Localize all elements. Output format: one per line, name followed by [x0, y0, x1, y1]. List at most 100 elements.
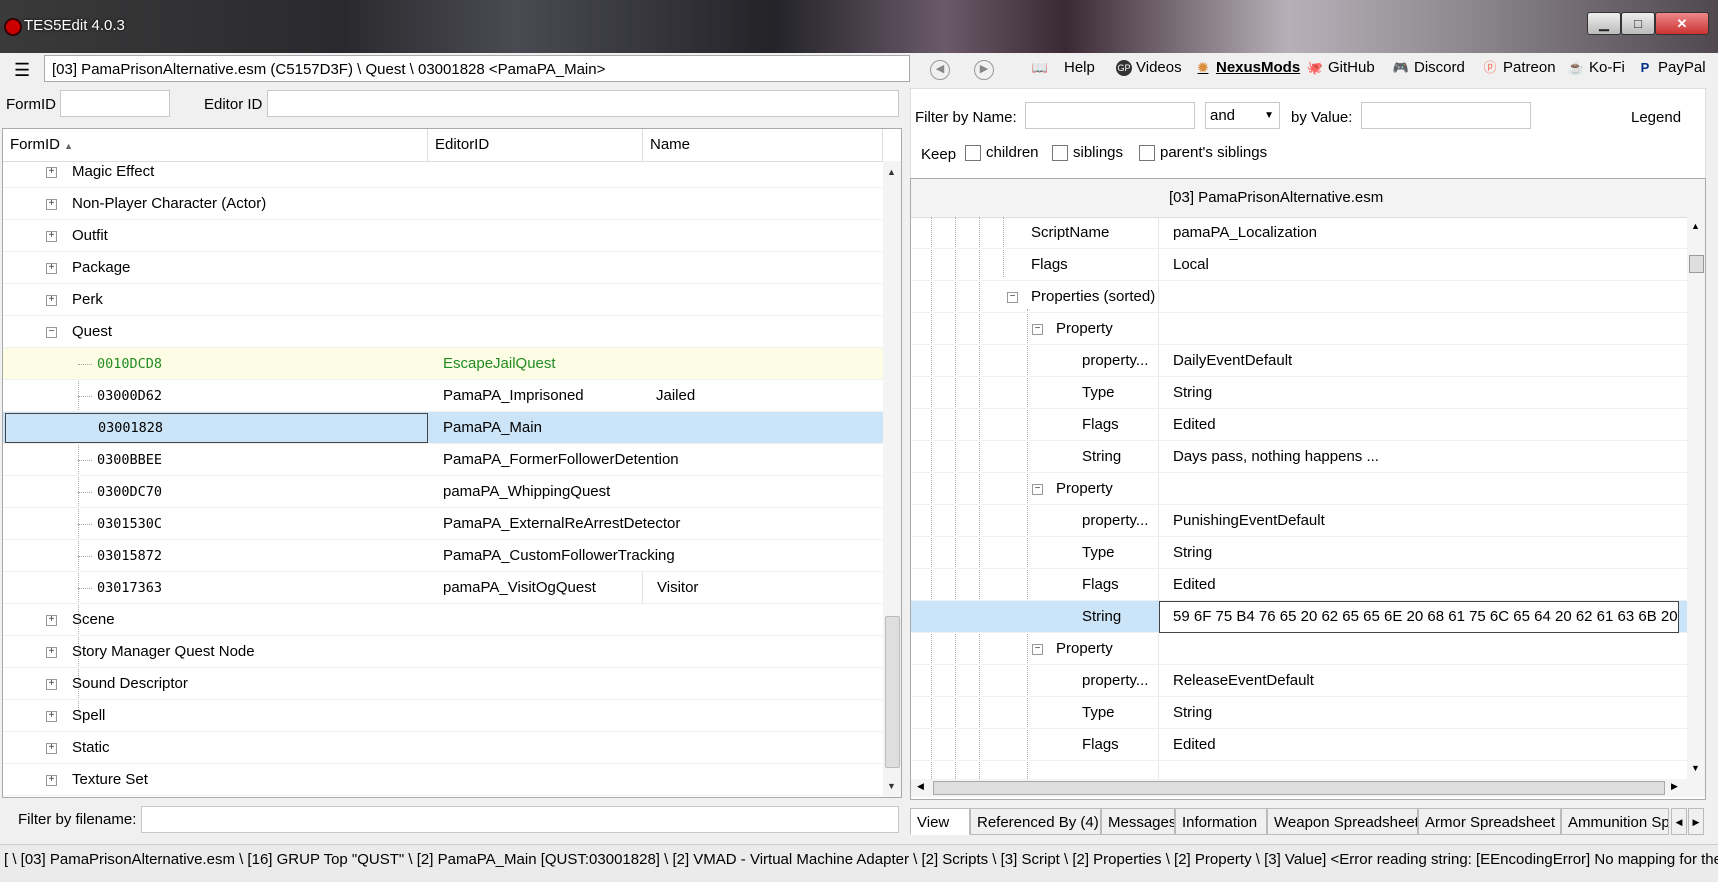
expand-icon[interactable]: +	[46, 199, 57, 210]
scroll-right-icon[interactable]: ▶	[1671, 781, 1678, 792]
scroll-down-icon[interactable]: ▼	[1691, 763, 1700, 773]
nexusmods-link[interactable]: ✹ NexusMods	[1194, 59, 1301, 76]
keep-siblings-checkbox[interactable]: siblings	[1052, 144, 1123, 162]
expand-icon[interactable]: +	[46, 711, 57, 722]
filter-value-input[interactable]	[1361, 102, 1531, 129]
view-hscrollbar[interactable]: ◀ ▶	[911, 779, 1705, 797]
tab-messages[interactable]: Messages	[1101, 808, 1175, 835]
close-button[interactable]: ✕	[1655, 12, 1709, 35]
editorid-input[interactable]	[267, 90, 899, 117]
tab-view[interactable]: View	[910, 808, 970, 835]
main-menu-button[interactable]: ☰	[14, 60, 32, 80]
collapse-icon[interactable]: −	[1007, 292, 1018, 303]
view-scrollbar-thumb[interactable]	[1689, 255, 1704, 273]
field-row[interactable]: Flags Edited	[911, 729, 1687, 761]
tree-record-row[interactable]: 0300BBEE PamaPA_FormerFollowerDetention	[3, 444, 883, 476]
tree-scrollbar-thumb[interactable]	[885, 616, 900, 768]
field-row[interactable]: String Days pass, nothing happens ...	[911, 441, 1687, 473]
keep-children-checkbox[interactable]: children	[965, 144, 1039, 162]
scroll-down-icon[interactable]: ▼	[887, 781, 896, 791]
tree-group-row[interactable]: + Sound Descriptor	[3, 668, 883, 700]
legend-link[interactable]: Legend	[1631, 109, 1681, 126]
tree-group-row[interactable]: + Spell	[3, 700, 883, 732]
tree-record-row-selected[interactable]: 03001828 PamaPA_Main	[3, 412, 883, 444]
field-row[interactable]: ScriptName pamaPA_Localization	[911, 217, 1687, 249]
view-hscrollbar-thumb[interactable]	[933, 781, 1665, 795]
tab-scroll-right-icon[interactable]: ▶	[1688, 808, 1704, 835]
github-link[interactable]: 🐙 GitHub	[1306, 59, 1375, 76]
tree-record-row[interactable]: 03015872 PamaPA_CustomFollowerTracking	[3, 540, 883, 572]
tree-scrollbar[interactable]: ▲ ▼	[883, 161, 901, 797]
kofi-link[interactable]: ☕ Ko-Fi	[1567, 59, 1625, 76]
collapse-icon[interactable]: −	[1032, 484, 1043, 495]
scroll-left-icon[interactable]: ◀	[917, 781, 924, 792]
tab-information[interactable]: Information	[1175, 808, 1267, 835]
filename-filter-input[interactable]	[141, 806, 899, 833]
back-button[interactable]: ◀	[930, 60, 950, 80]
view-scrollbar[interactable]: ▲ ▼	[1687, 217, 1705, 779]
checkbox-icon[interactable]	[1139, 145, 1155, 162]
expand-icon[interactable]: +	[46, 743, 57, 754]
tree-group-row[interactable]: + Magic Effect	[3, 156, 883, 188]
field-row[interactable]: − Property	[911, 633, 1687, 665]
paypal-link[interactable]: P PayPal	[1636, 59, 1706, 76]
expand-icon[interactable]: +	[46, 263, 57, 274]
field-row[interactable]: Type String	[911, 377, 1687, 409]
field-row[interactable]: Flags Edited	[911, 569, 1687, 601]
minimize-button[interactable]: ▁	[1587, 12, 1621, 35]
field-row[interactable]: Type String	[911, 537, 1687, 569]
tree-record-row[interactable]: 0301530C PamaPA_ExternalReArrestDetector	[3, 508, 883, 540]
tab-referenced-by[interactable]: Referenced By (4)	[970, 808, 1101, 835]
tree-group-row[interactable]: + Package	[3, 252, 883, 284]
tree-record-row[interactable]: 03017363 pamaPA_VisitOgQuest Visitor	[3, 572, 883, 604]
field-row[interactable]: − Property	[911, 473, 1687, 505]
videos-link[interactable]: GP Videos	[1116, 59, 1182, 76]
tree-record-row[interactable]: 0300DC70 pamaPA_WhippingQuest	[3, 476, 883, 508]
tree-group-row[interactable]: − Quest	[3, 316, 883, 348]
formid-input[interactable]	[60, 90, 170, 117]
record-tree[interactable]: FormID ▲ EditorID Name + Magic Effect + No…	[2, 128, 902, 798]
tree-record-row[interactable]: 03000D62 PamaPA_Imprisoned Jailed	[3, 380, 883, 412]
tree-group-row[interactable]: + Perk	[3, 284, 883, 316]
field-row[interactable]: Flags Local	[911, 249, 1687, 281]
record-view[interactable]: [03] PamaPrisonAlternative.esm ScriptNam…	[910, 178, 1706, 800]
expand-icon[interactable]: +	[46, 775, 57, 786]
scroll-up-icon[interactable]: ▲	[1691, 221, 1700, 231]
field-row[interactable]: Type String	[911, 697, 1687, 729]
maximize-button[interactable]: □	[1621, 12, 1655, 35]
field-row[interactable]: − Properties (sorted)	[911, 281, 1687, 313]
tree-group-row[interactable]: + Story Manager Quest Node	[3, 636, 883, 668]
filter-name-input[interactable]	[1025, 102, 1195, 129]
expand-icon[interactable]: +	[46, 679, 57, 690]
patreon-link[interactable]: ⓟ Patreon	[1481, 59, 1555, 76]
field-row[interactable]: − Property	[911, 313, 1687, 345]
expand-icon[interactable]: +	[46, 167, 57, 178]
checkbox-icon[interactable]	[1052, 145, 1068, 162]
tree-group-row[interactable]: + Scene	[3, 604, 883, 636]
field-row[interactable]: property... PunishingEventDefault	[911, 505, 1687, 537]
expand-icon[interactable]: +	[46, 231, 57, 242]
tab-ammunition-spreadsheet[interactable]: Ammunition Sp	[1561, 808, 1669, 835]
path-field[interactable]: [03] PamaPrisonAlternative.esm (C5157D3F…	[44, 55, 910, 82]
scroll-up-icon[interactable]: ▲	[887, 167, 896, 177]
keep-parents-siblings-checkbox[interactable]: parent's siblings	[1139, 144, 1267, 162]
field-row-selected[interactable]: String 59 6F 75 B4 76 65 20 62 65 65 6E 2…	[911, 601, 1687, 633]
collapse-icon[interactable]: −	[1032, 644, 1043, 655]
collapse-icon[interactable]: −	[46, 327, 57, 338]
tree-record-row[interactable]: 0010DCD8 EscapeJailQuest	[3, 348, 883, 380]
field-row[interactable]: property... DailyEventDefault	[911, 345, 1687, 377]
tree-group-row[interactable]: + Static	[3, 732, 883, 764]
tab-armor-spreadsheet[interactable]: Armor Spreadsheet	[1418, 808, 1561, 835]
field-row[interactable]: property... ReleaseEventDefault	[911, 665, 1687, 697]
help-link[interactable]: 📖 Help	[1020, 59, 1095, 76]
field-row[interactable]: Flags Edited	[911, 409, 1687, 441]
expand-icon[interactable]: +	[46, 647, 57, 658]
tree-group-row[interactable]: + Non-Player Character (Actor)	[3, 188, 883, 220]
discord-link[interactable]: 🎮 Discord	[1392, 59, 1465, 76]
forward-button[interactable]: ▶	[974, 60, 994, 80]
expand-icon[interactable]: +	[46, 295, 57, 306]
collapse-icon[interactable]: −	[1032, 324, 1043, 335]
checkbox-icon[interactable]	[965, 145, 981, 162]
tree-group-row[interactable]: + Outfit	[3, 220, 883, 252]
expand-icon[interactable]: +	[46, 615, 57, 626]
